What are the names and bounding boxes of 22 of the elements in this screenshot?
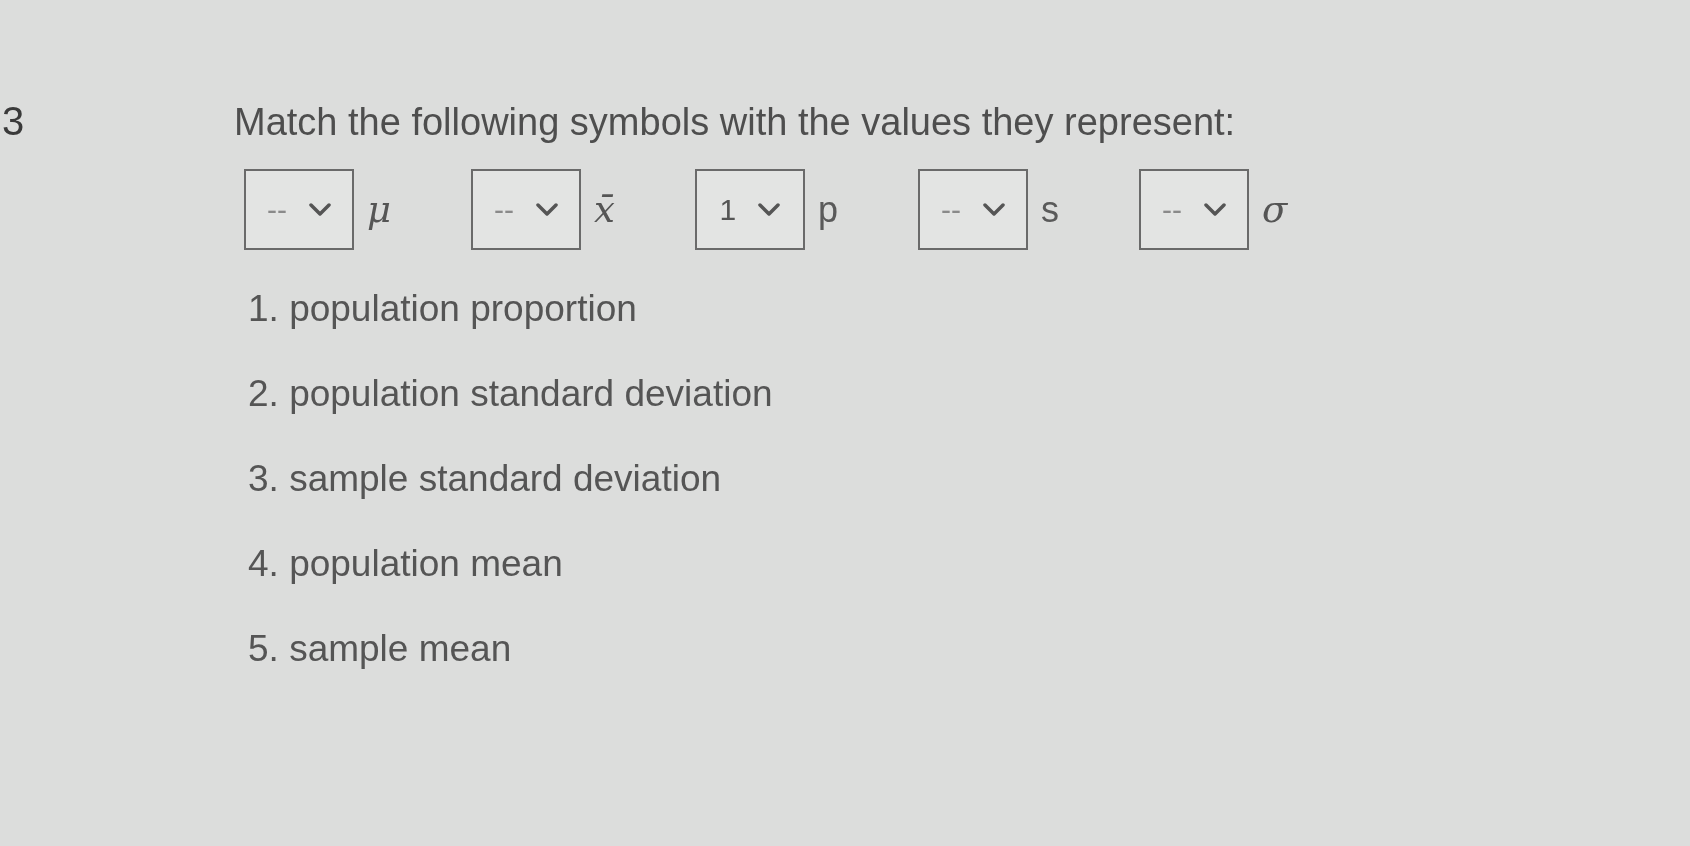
answer-option: 2. population standard deviation: [248, 373, 773, 415]
symbol-label: s: [1040, 191, 1059, 228]
symbol-label: μ: [367, 191, 392, 228]
symbol-label: σ: [1261, 191, 1288, 228]
symbol-label: p: [817, 191, 838, 228]
dropdown[interactable]: --: [244, 169, 354, 250]
answer-option: 1. population proportion: [248, 288, 637, 330]
dropdown[interactable]: 1: [694, 169, 805, 250]
chevron-down-icon: [1203, 202, 1226, 217]
dropdown[interactable]: --: [471, 169, 582, 250]
answer-option: 4. population mean: [248, 543, 563, 585]
dropdown[interactable]: --: [1138, 169, 1249, 250]
chevron-down-icon: [982, 202, 1005, 217]
symbol-label: x̄: [594, 191, 615, 228]
answer-option: 3. sample standard deviation: [248, 458, 722, 500]
chevron-down-icon: [536, 202, 559, 217]
question-number: 3: [1, 98, 25, 144]
chevron-down-icon: [309, 202, 331, 217]
dropdown[interactable]: --: [917, 169, 1028, 250]
chevron-down-icon: [758, 202, 781, 217]
question-prompt: Match the following symbols with the values they represent:: [234, 100, 1236, 144]
answer-option: 5. sample mean: [248, 628, 512, 670]
